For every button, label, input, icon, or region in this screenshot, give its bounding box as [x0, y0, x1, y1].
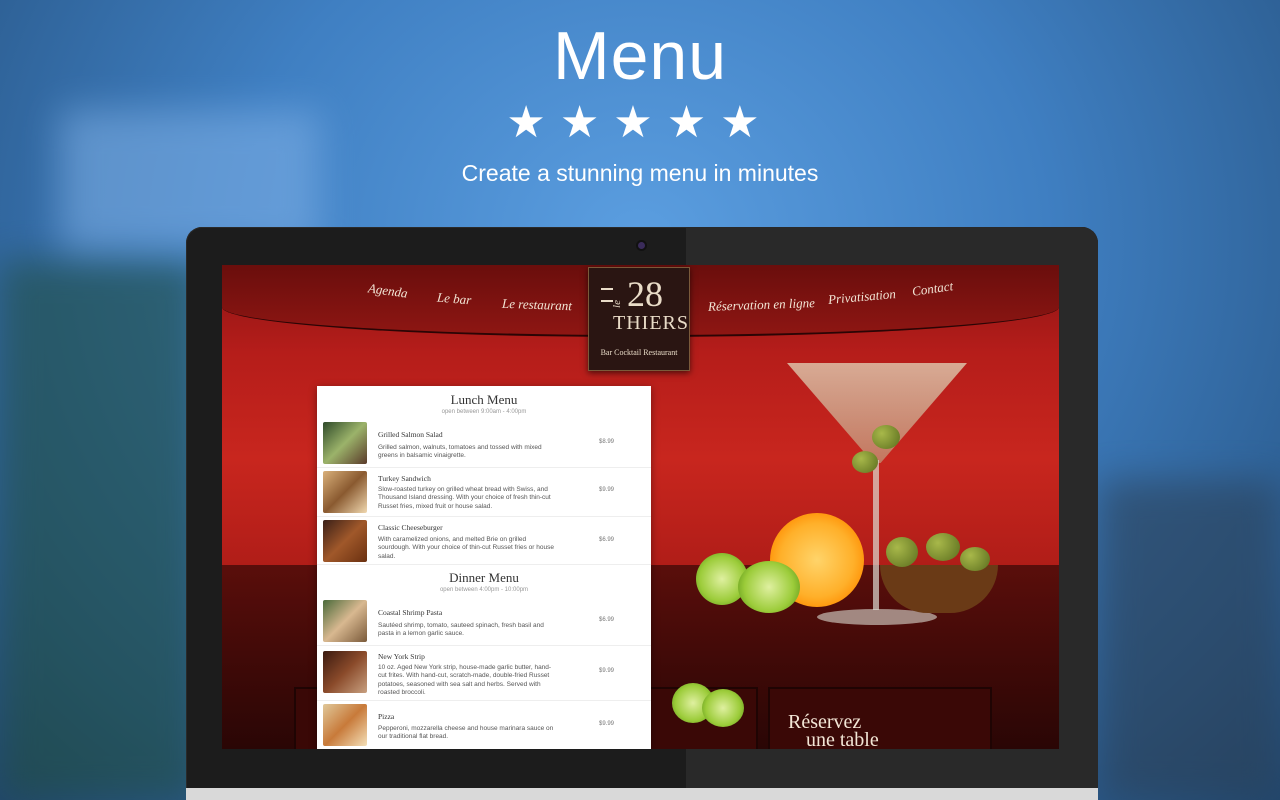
menu-item[interactable]: Turkey Sandwich Slow-roasted turkey on g… [317, 468, 651, 517]
dinner-menu-hours: open between 4:00pm - 10:00pm [439, 587, 529, 593]
reserve-table-link[interactable]: Réservez une table [788, 712, 879, 749]
menu-item[interactable]: Classic Cheeseburger With caramelized on… [317, 517, 651, 565]
menu-item[interactable]: Pizza Pepperoni, mozzarella cheese and h… [317, 701, 651, 749]
background-blur-left [0, 260, 200, 800]
olive-icon [926, 533, 960, 561]
lime-slice-icon [738, 561, 800, 613]
nav-le-bar[interactable]: Le bar [436, 290, 471, 309]
menu-item[interactable]: New York Strip 10 oz. Aged New York stri… [317, 646, 651, 701]
nav-le-restaurant[interactable]: Le restaurant [502, 296, 572, 314]
olive-icon [960, 547, 990, 571]
laptop-base [186, 788, 1098, 800]
dish-photo [323, 520, 367, 562]
lime-slice-icon [702, 689, 744, 727]
logo-name: THIERS [613, 312, 689, 334]
olive-icon [852, 451, 878, 473]
hero-subtitle: Create a stunning menu in minutes [461, 160, 819, 186]
rating-stars: ★★★★★ [506, 98, 774, 147]
hero-title: Menu [552, 18, 728, 94]
menu-item[interactable]: Coastal Shrimp Pasta Sautéed shrimp, tom… [317, 597, 651, 646]
dish-photo [323, 600, 367, 642]
dish-photo [323, 651, 367, 693]
site-logo[interactable]: le 28 THIERS Bar Cocktail Restaurant [588, 267, 690, 371]
menu-card: Lunch Menu open between 9:00am - 4:00pm … [317, 386, 651, 749]
dish-photo [323, 704, 367, 746]
logo-tagline: Bar Cocktail Restaurant [600, 348, 678, 357]
glass-stem [873, 460, 879, 610]
martini-glass-icon [787, 363, 967, 463]
dish-photo [323, 422, 367, 464]
menu-item[interactable]: Grilled Salmon Salad Grilled salmon, wal… [317, 419, 651, 468]
lunch-menu-hours: open between 9:00am - 4:00pm [441, 409, 527, 415]
lunch-menu-title: Lunch Menu [450, 392, 518, 407]
logo-number: 28 [627, 274, 663, 314]
olive-icon [872, 425, 900, 449]
dish-photo [323, 471, 367, 513]
webcam-icon [638, 242, 645, 249]
background-blur-right [1100, 480, 1280, 800]
website-screen: Agenda Le bar Le restaurant Réservation … [222, 265, 1059, 749]
dinner-menu-title: Dinner Menu [449, 570, 519, 585]
olive-icon [886, 537, 918, 567]
